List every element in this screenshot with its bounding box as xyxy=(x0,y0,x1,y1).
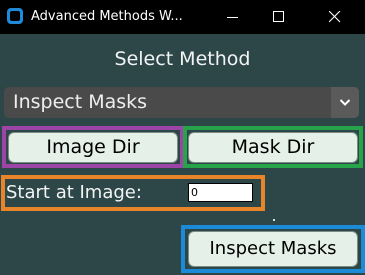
chevron-down-icon xyxy=(339,99,351,106)
start-image-input[interactable] xyxy=(188,183,253,202)
select-method-heading: Select Method xyxy=(114,48,251,70)
title-bar: Advanced Methods W... xyxy=(0,0,365,34)
close-icon xyxy=(329,11,341,23)
maximize-button[interactable] xyxy=(256,0,302,34)
image-dir-button[interactable]: Image Dir xyxy=(8,132,178,163)
method-select[interactable]: Inspect Masks xyxy=(4,87,359,118)
mask-dir-button[interactable]: Mask Dir xyxy=(188,132,358,163)
method-select-dropdown-button[interactable] xyxy=(331,87,359,118)
maximize-icon xyxy=(273,11,284,22)
inspect-masks-button[interactable]: Inspect Masks xyxy=(188,231,358,267)
minimize-icon xyxy=(227,17,238,18)
divider-dot xyxy=(273,219,275,221)
start-at-image-label: Start at Image: xyxy=(6,182,142,203)
window-title: Advanced Methods W... xyxy=(31,9,183,24)
method-select-value: Inspect Masks xyxy=(13,91,148,113)
app-icon xyxy=(7,8,23,24)
close-button[interactable] xyxy=(312,0,358,34)
minimize-button[interactable] xyxy=(210,0,256,34)
